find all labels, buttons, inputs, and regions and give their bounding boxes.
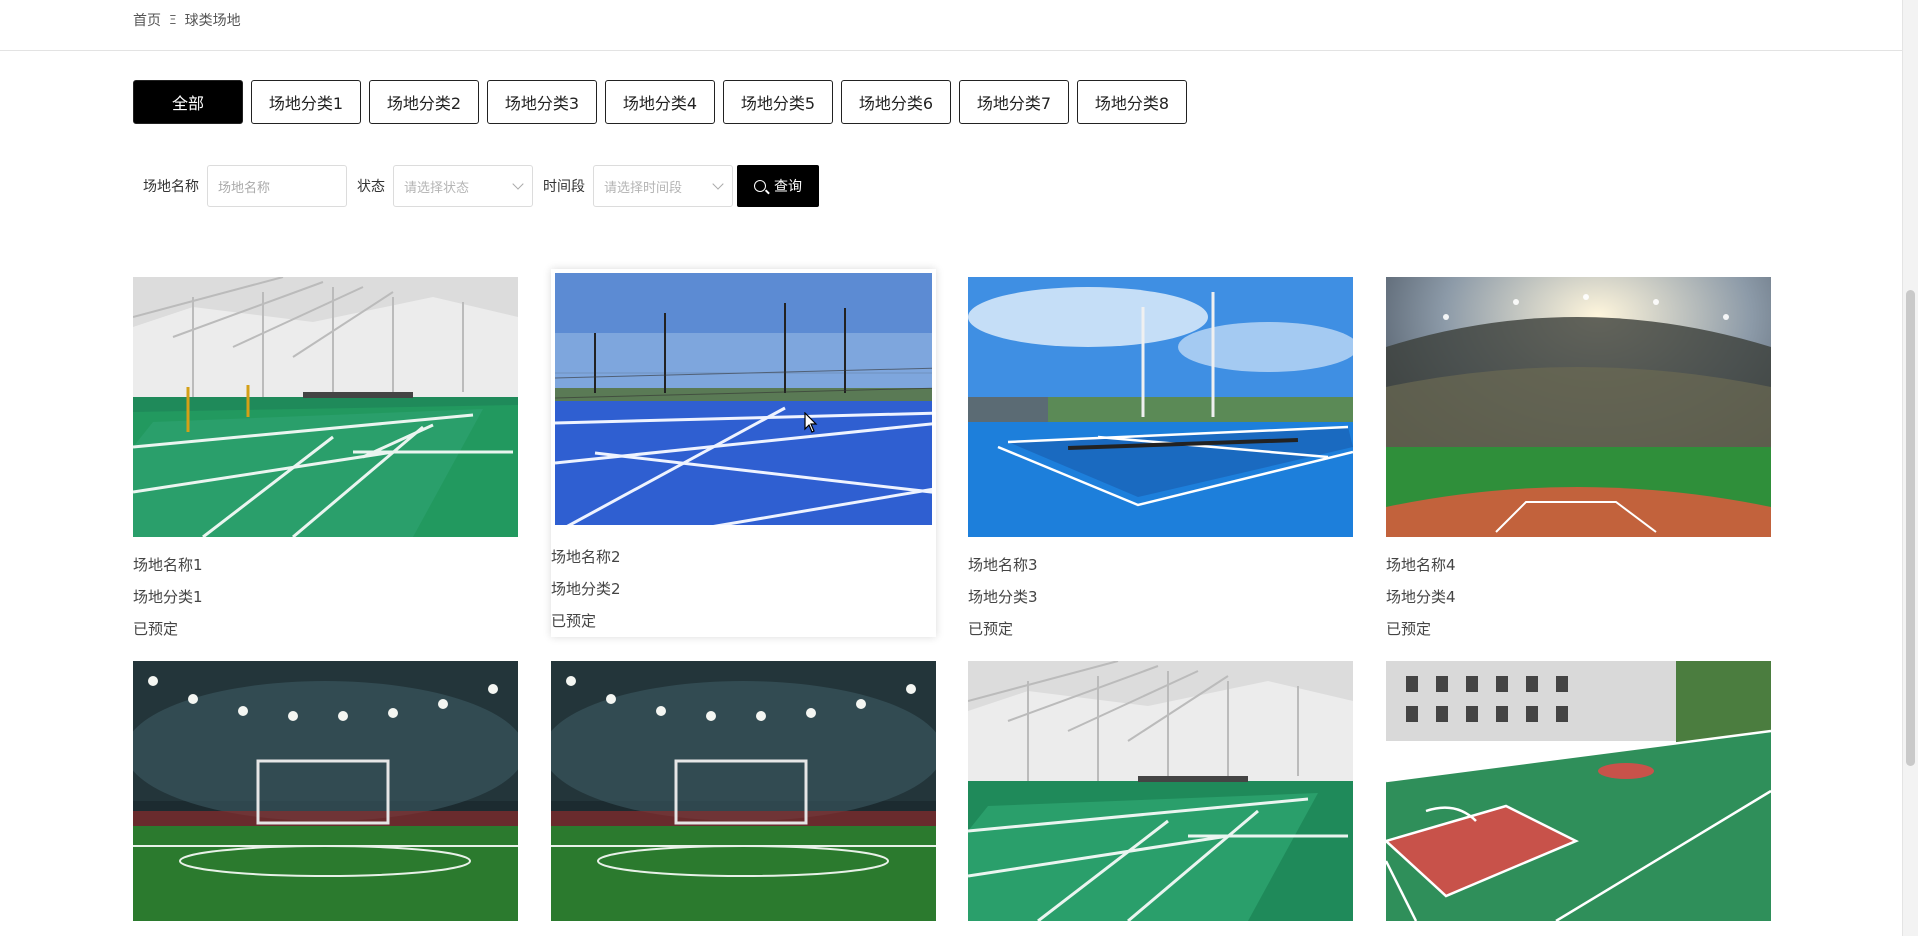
venue-image-baseball-stadium[interactable] — [1386, 277, 1771, 537]
venue-card[interactable]: 场地名称2 场地分类2 已预定 — [551, 269, 936, 637]
venue-image-blue-tennis[interactable] — [968, 277, 1353, 537]
venue-status: 已预定 — [133, 620, 179, 638]
venue-category: 场地分类1 — [133, 588, 203, 606]
breadcrumb-current: 球类场地 — [184, 13, 241, 29]
category-tab-6[interactable]: 场地分类6 — [841, 80, 951, 124]
name-filter-label: 场地名称 — [143, 179, 199, 195]
venue-card[interactable]: 场地名称3 场地分类3 已预定 — [968, 277, 1353, 645]
breadcrumb: 首页 Ξ 球类场地 — [133, 10, 241, 30]
breadcrumb-home[interactable]: 首页 — [133, 10, 161, 30]
category-tab-3[interactable]: 场地分类3 — [487, 80, 597, 124]
chevron-down-icon — [512, 178, 524, 190]
venue-status: 已预定 — [968, 620, 1014, 638]
category-tab-all[interactable]: 全部 — [133, 80, 243, 124]
search-icon — [754, 180, 766, 192]
venue-category: 场地分类3 — [968, 588, 1038, 606]
venue-card[interactable]: 场地名称1 场地分类1 已预定 — [133, 277, 518, 645]
venue-image-football-stadium[interactable] — [133, 661, 518, 921]
venue-name: 场地名称2 — [551, 548, 621, 566]
category-tab-4[interactable]: 场地分类4 — [605, 80, 715, 124]
venue-card[interactable] — [1386, 661, 1771, 921]
mouse-cursor-icon — [804, 412, 818, 433]
venue-image-outdoor-basketball[interactable] — [1386, 661, 1771, 921]
time-filter-label: 时间段 — [543, 179, 585, 195]
venue-name: 场地名称1 — [133, 556, 203, 574]
venue-image-indoor-badminton[interactable] — [133, 277, 518, 537]
venue-name: 场地名称4 — [1386, 556, 1456, 574]
venue-category: 场地分类4 — [1386, 588, 1456, 606]
venue-card[interactable] — [551, 661, 936, 921]
category-tab-5[interactable]: 场地分类5 — [723, 80, 833, 124]
status-select-placeholder: 请选择状态 — [404, 180, 470, 196]
venue-image-outdoor-tennis[interactable] — [551, 269, 936, 529]
venue-image-indoor-badminton[interactable] — [968, 661, 1353, 921]
category-tab-7[interactable]: 场地分类7 — [959, 80, 1069, 124]
venue-category: 场地分类2 — [551, 580, 621, 598]
time-select-placeholder: 请选择时间段 — [604, 180, 683, 196]
venue-name: 场地名称3 — [968, 556, 1038, 574]
scrollbar-thumb[interactable] — [1906, 290, 1915, 766]
venue-image-football-stadium[interactable] — [551, 661, 936, 921]
category-tab-2[interactable]: 场地分类2 — [369, 80, 479, 124]
status-select[interactable]: 请选择状态 — [393, 165, 533, 207]
category-tabs: 全部 场地分类1 场地分类2 场地分类3 场地分类4 场地分类5 场地分类6 场… — [133, 80, 1187, 124]
status-filter-label: 状态 — [357, 179, 385, 195]
time-slot-select[interactable]: 请选择时间段 — [593, 165, 733, 207]
breadcrumb-separator-icon: Ξ — [169, 13, 177, 27]
venue-status: 已预定 — [551, 612, 597, 630]
filter-bar: 场地名称 场地名称 状态 请选择状态 时间段 请选择时间段 查询 — [133, 165, 819, 207]
query-button[interactable]: 查询 — [737, 165, 819, 207]
venue-card[interactable] — [968, 661, 1353, 921]
venue-card[interactable]: 场地名称4 场地分类4 已预定 — [1386, 277, 1771, 645]
top-bar: 首页 Ξ 球类场地 — [0, 0, 1903, 51]
page-scrollbar[interactable] — [1902, 0, 1918, 936]
chevron-down-icon — [712, 178, 724, 190]
venue-name-input[interactable]: 场地名称 — [207, 165, 347, 207]
query-button-label: 查询 — [774, 178, 802, 194]
venue-status: 已预定 — [1386, 620, 1432, 638]
category-tab-1[interactable]: 场地分类1 — [251, 80, 361, 124]
category-tab-8[interactable]: 场地分类8 — [1077, 80, 1187, 124]
venue-card[interactable] — [133, 661, 518, 921]
